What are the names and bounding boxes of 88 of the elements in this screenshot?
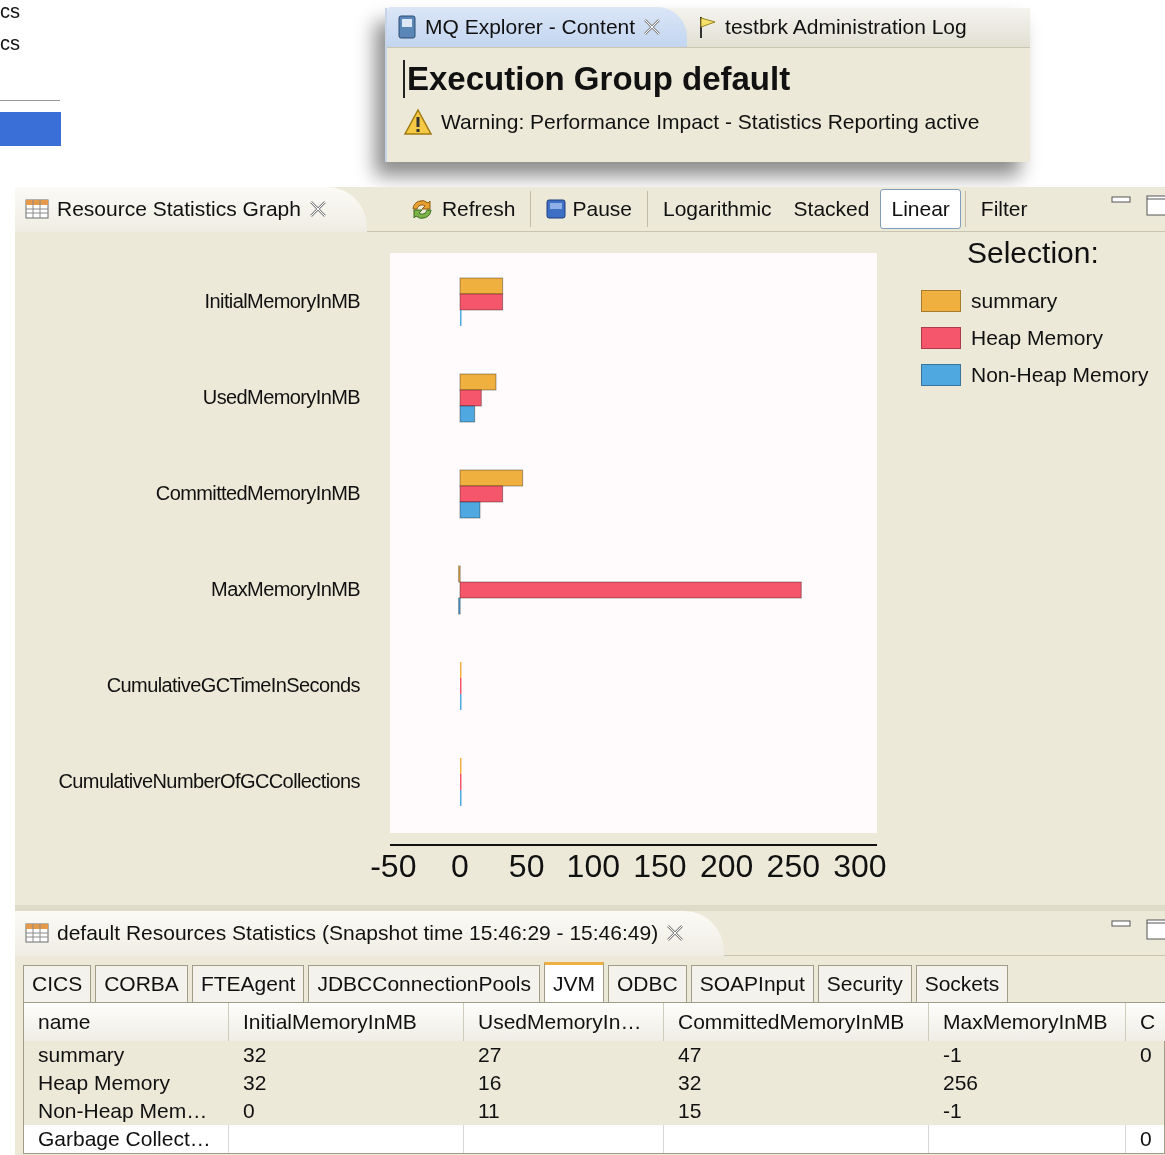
table-row[interactable]: Non-Heap Mem… 0 11 15 -1 [24,1097,1164,1125]
toolbar-button[interactable]: Filter [969,189,1039,229]
table-cell: Garbage Collect… [24,1125,229,1153]
warning-message: Warning: Performance Impact - Statistics Reporting active [441,110,980,134]
table-cell-text: Non-Heap Mem… [37,1098,209,1124]
category-tab[interactable]: Sockets [915,965,1009,1002]
table-cell-text: 47 [677,1042,703,1068]
category-tab[interactable]: JVM [544,962,605,1002]
table-cell-text: 256 [942,1070,980,1096]
legend-label: summary [971,288,1058,313]
maximize-icon[interactable] [1145,194,1165,216]
column-header[interactable]: InitialMemoryInMB [229,1003,464,1041]
x-tick-label: 0 [451,848,469,884]
category-label: UsedMemoryInMB [202,384,360,410]
table-cell-text: 11 [477,1098,501,1124]
table-cell-text: 32 [677,1070,703,1096]
x-tick-label: -50 [370,848,417,884]
table-cell-text: 32 [242,1042,268,1068]
category-label: InitialMemoryInMB [204,288,360,314]
toolbar-button[interactable]: Stacked [782,189,881,229]
toolbar-button[interactable]: Refresh [396,189,527,229]
table-cell-text: Heap Memory [37,1070,171,1096]
bar [459,405,476,423]
x-tick-label: 200 [699,848,754,884]
legend-label: Non-Heap Memory [971,362,1149,387]
table-cell-text: -1 [942,1098,963,1124]
editor-tab[interactable]: testbrk Administration Log [687,7,993,47]
stop-square-icon [546,199,567,219]
x-tick-label: 50 [508,848,545,884]
table-cell-text: 15 [677,1098,703,1124]
table-cell-text: summary [37,1042,126,1068]
category-tab[interactable]: CICS [23,965,92,1002]
view-title: Resource Statistics Graph [57,197,301,221]
category-tab[interactable]: JDBCConnectionPools [308,965,541,1002]
table-row[interactable]: summary 32 27 47 -1 0 [24,1041,1164,1069]
category-tab[interactable]: Security [817,965,912,1002]
bar [459,277,504,295]
table-icon [25,199,49,219]
minimize-icon[interactable] [1111,194,1131,206]
category-label: MaxMemoryInMB [211,576,360,602]
column-header[interactable]: CommittedMemoryInMB [664,1003,929,1041]
table-cell: 0 [1126,1125,1165,1153]
book-icon [397,15,417,39]
warning-icon [403,108,433,136]
flag-icon [697,15,718,39]
toolbar-button[interactable]: Logarithmic [652,189,783,229]
category-label: CumulativeGCTimeInSeconds [106,672,360,698]
sidebar-item[interactable]: cs [0,32,62,64]
tab-label: testbrk Administration Log [725,15,967,39]
close-icon[interactable] [308,200,327,218]
sidebar-item[interactable]: cs [0,0,62,32]
category-tab[interactable]: CORBA [95,965,188,1002]
table-cell-text: 27 [477,1042,503,1068]
editor-tab[interactable]: MQ Explorer - Content [387,7,688,47]
table-cell-text: 32 [242,1070,268,1096]
toolbar-button[interactable]: Linear [880,189,961,229]
toolbar-button[interactable]: Pause [535,189,643,229]
minimize-icon[interactable] [1111,918,1131,930]
x-axis: -50 0 50 100 150 200 250 300 [370,844,887,884]
x-tick-label: 100 [566,848,620,884]
maximize-icon[interactable] [1145,918,1165,940]
view-title: default Resources Statistics (Snapshot time 15:46:29 - 15:46:49) [57,921,659,945]
table-cell-text: 16 [477,1070,503,1096]
table-cell-text: 0 [1139,1042,1153,1068]
legend-label: Heap Memory [971,325,1103,350]
column-header[interactable]: C [1126,1003,1165,1041]
category-label: CumulativeNumberOfGCCollections [58,768,360,794]
tab-label: MQ Explorer - Content [425,15,636,39]
category-tab[interactable]: FTEAgent [191,965,305,1002]
view-tab[interactable]: Resource Statistics Graph [15,186,367,232]
table-cell-text: 0 [242,1098,256,1124]
table-row[interactable]: Heap Memory 32 16 32 256 [24,1069,1164,1097]
column-header[interactable]: UsedMemoryIn… [464,1003,664,1041]
x-tick-label: 250 [766,848,820,884]
legend-title: Selection: [967,236,1100,270]
column-header[interactable]: MaxMemoryInMB [929,1003,1126,1041]
column-header[interactable]: name [24,1003,229,1041]
close-icon[interactable] [643,18,662,36]
table-cell-text: -1 [942,1042,963,1068]
view-tab[interactable]: default Resources Statistics (Snapshot time 15:46:29 - 15:46:49) [15,910,725,956]
category-tab[interactable]: SOAPInput [690,965,814,1002]
category-tab[interactable]: ODBC [608,965,687,1002]
x-tick-label: 300 [833,848,887,884]
x-tick-label: 150 [633,848,687,884]
table-icon [25,923,49,943]
category-label: CommittedMemoryInMB [155,480,360,506]
close-icon[interactable] [666,924,685,942]
page-heading: Execution Group default [403,60,1014,98]
